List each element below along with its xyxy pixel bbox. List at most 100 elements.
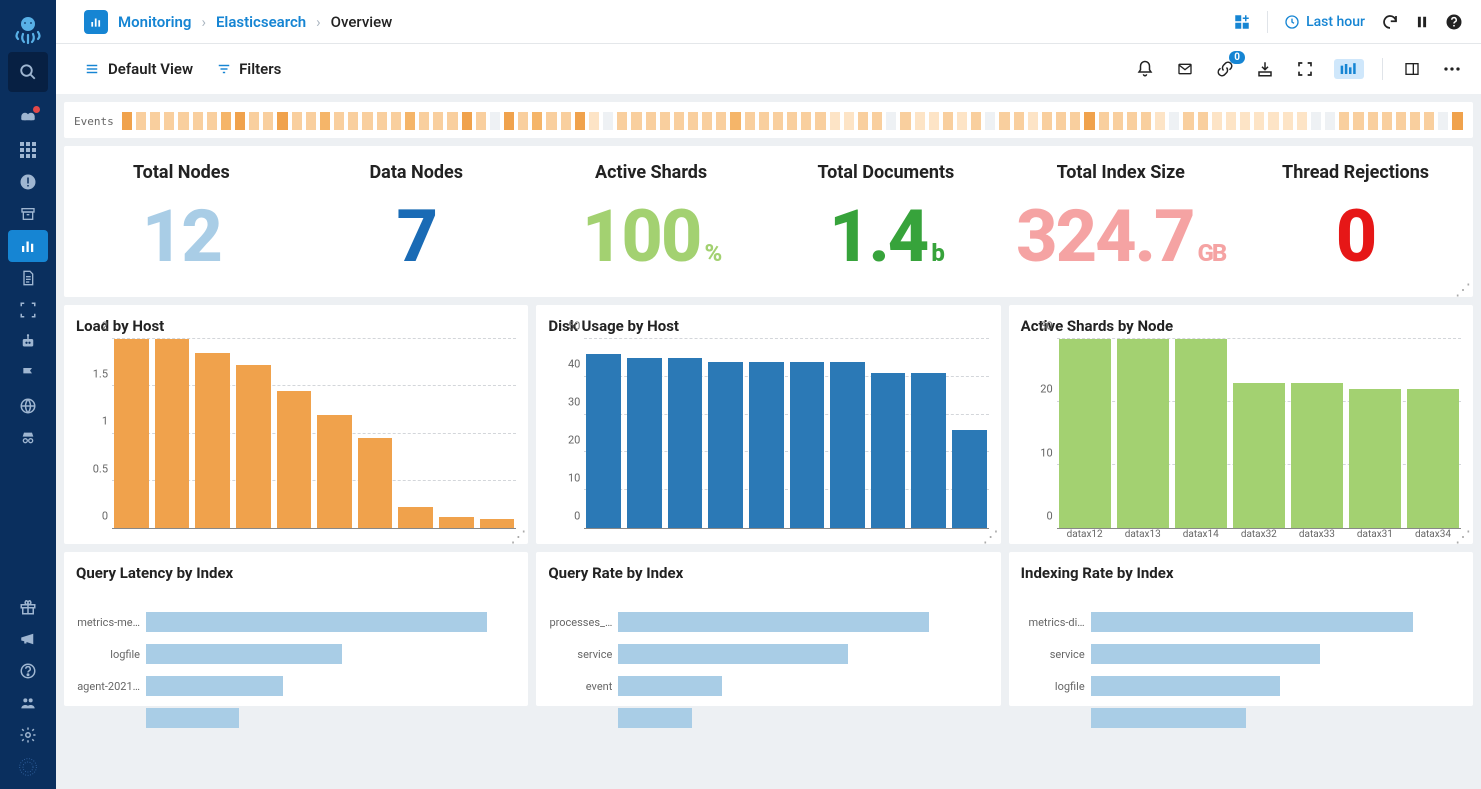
- event-cell[interactable]: [1254, 112, 1264, 130]
- event-cell[interactable]: [1084, 112, 1094, 130]
- bar[interactable]: [317, 415, 352, 528]
- event-cell[interactable]: [306, 112, 316, 130]
- event-cell[interactable]: [1424, 112, 1434, 130]
- event-cell[interactable]: [660, 112, 670, 130]
- event-cell[interactable]: [1141, 112, 1151, 130]
- nav-apps-icon[interactable]: [8, 751, 48, 783]
- event-cell[interactable]: [334, 112, 344, 130]
- event-cell[interactable]: [1028, 112, 1038, 130]
- metric-card[interactable]: Active Shards100%: [534, 162, 769, 273]
- event-cell[interactable]: [716, 112, 726, 130]
- event-cell[interactable]: [1042, 112, 1052, 130]
- event-cell[interactable]: [1212, 112, 1222, 130]
- event-cell[interactable]: [985, 112, 995, 130]
- add-widget-button[interactable]: [1233, 13, 1251, 31]
- metric-card[interactable]: Data Nodes7: [299, 162, 534, 273]
- mail-icon[interactable]: [1174, 58, 1196, 80]
- nav-flag-icon[interactable]: [8, 358, 48, 390]
- event-cell[interactable]: [1297, 112, 1307, 130]
- event-cell[interactable]: [207, 112, 217, 130]
- event-cell[interactable]: [999, 112, 1009, 130]
- event-cell[interactable]: [702, 112, 712, 130]
- bar[interactable]: [480, 519, 515, 528]
- hbar[interactable]: [1091, 708, 1247, 728]
- bar[interactable]: [277, 391, 312, 528]
- event-cell[interactable]: [462, 112, 472, 130]
- event-cell[interactable]: [178, 112, 188, 130]
- resize-handle-icon[interactable]: ⋰: [510, 532, 526, 542]
- bar[interactable]: [1059, 339, 1111, 528]
- event-cell[interactable]: [730, 112, 740, 130]
- nav-settings-icon[interactable]: [8, 719, 48, 751]
- event-cell[interactable]: [844, 112, 854, 130]
- more-icon[interactable]: [1441, 58, 1463, 80]
- resize-handle-icon[interactable]: ⋰: [983, 532, 999, 542]
- nav-issues-icon[interactable]: [8, 166, 48, 198]
- nav-globe-icon[interactable]: [8, 390, 48, 422]
- metric-card[interactable]: Total Nodes12: [64, 162, 299, 273]
- event-cell[interactable]: [858, 112, 868, 130]
- event-cell[interactable]: [292, 112, 302, 130]
- disk-usage-by-host-panel[interactable]: Disk Usage by Host01020304050⋰: [536, 305, 1000, 544]
- link-icon[interactable]: 0: [1214, 58, 1236, 80]
- bar[interactable]: [439, 517, 474, 528]
- event-cell[interactable]: [1169, 112, 1179, 130]
- global-search-button[interactable]: [8, 52, 48, 92]
- event-cell[interactable]: [1113, 112, 1123, 130]
- bar[interactable]: [627, 358, 662, 528]
- event-cell[interactable]: [759, 112, 769, 130]
- event-cell[interactable]: [1452, 112, 1462, 130]
- event-cell[interactable]: [929, 112, 939, 130]
- event-cell[interactable]: [815, 112, 825, 130]
- event-cell[interactable]: [277, 112, 287, 130]
- event-cell[interactable]: [235, 112, 245, 130]
- event-cell[interactable]: [518, 112, 528, 130]
- event-cell[interactable]: [688, 112, 698, 130]
- bar[interactable]: [1117, 339, 1169, 528]
- bell-icon[interactable]: [1134, 58, 1156, 80]
- metric-card[interactable]: Total Index Size324.7GB: [1003, 162, 1238, 273]
- event-cell[interactable]: [1396, 112, 1406, 130]
- breadcrumb-root[interactable]: Monitoring: [118, 13, 191, 31]
- event-cell[interactable]: [263, 112, 273, 130]
- event-cell[interactable]: [1240, 112, 1250, 130]
- event-cell[interactable]: [405, 112, 415, 130]
- hbar[interactable]: [1091, 644, 1321, 664]
- event-cell[interactable]: [362, 112, 372, 130]
- event-cell[interactable]: [1183, 112, 1193, 130]
- event-cell[interactable]: [872, 112, 882, 130]
- event-cell[interactable]: [1339, 112, 1349, 130]
- event-cell[interactable]: [631, 112, 641, 130]
- bar[interactable]: [1291, 383, 1343, 528]
- query-rate-by-index-panel[interactable]: Query Rate by Indexprocesses_…serviceeve…: [536, 552, 1000, 706]
- event-cell[interactable]: [1127, 112, 1137, 130]
- bar[interactable]: [1349, 389, 1401, 528]
- event-cell[interactable]: [532, 112, 542, 130]
- resize-handle-icon[interactable]: ⋰: [1455, 285, 1471, 295]
- bar[interactable]: [830, 362, 865, 528]
- event-cell[interactable]: [957, 112, 967, 130]
- event-cell[interactable]: [546, 112, 556, 130]
- metric-card[interactable]: Total Documents1.4b: [768, 162, 1003, 273]
- bar[interactable]: [236, 365, 271, 528]
- bar[interactable]: [708, 362, 743, 528]
- hbar[interactable]: [146, 612, 487, 632]
- event-cell[interactable]: [1283, 112, 1293, 130]
- bar[interactable]: [195, 353, 230, 528]
- time-range-selector[interactable]: Last hour: [1284, 14, 1365, 30]
- event-cell[interactable]: [943, 112, 953, 130]
- help-button[interactable]: [1445, 13, 1463, 31]
- bar[interactable]: [358, 438, 393, 528]
- bar[interactable]: [749, 362, 784, 528]
- event-cell[interactable]: [150, 112, 160, 130]
- event-cell[interactable]: [1368, 112, 1378, 130]
- bar[interactable]: [668, 358, 703, 528]
- default-view-button[interactable]: Default View: [84, 60, 193, 78]
- nav-help-icon[interactable]: [8, 655, 48, 687]
- nav-incognito-icon[interactable]: [8, 422, 48, 454]
- event-cell[interactable]: [1070, 112, 1080, 130]
- event-cell[interactable]: [419, 112, 429, 130]
- event-cell[interactable]: [348, 112, 358, 130]
- event-cell[interactable]: [575, 112, 585, 130]
- nav-alerts-icon[interactable]: [8, 102, 48, 134]
